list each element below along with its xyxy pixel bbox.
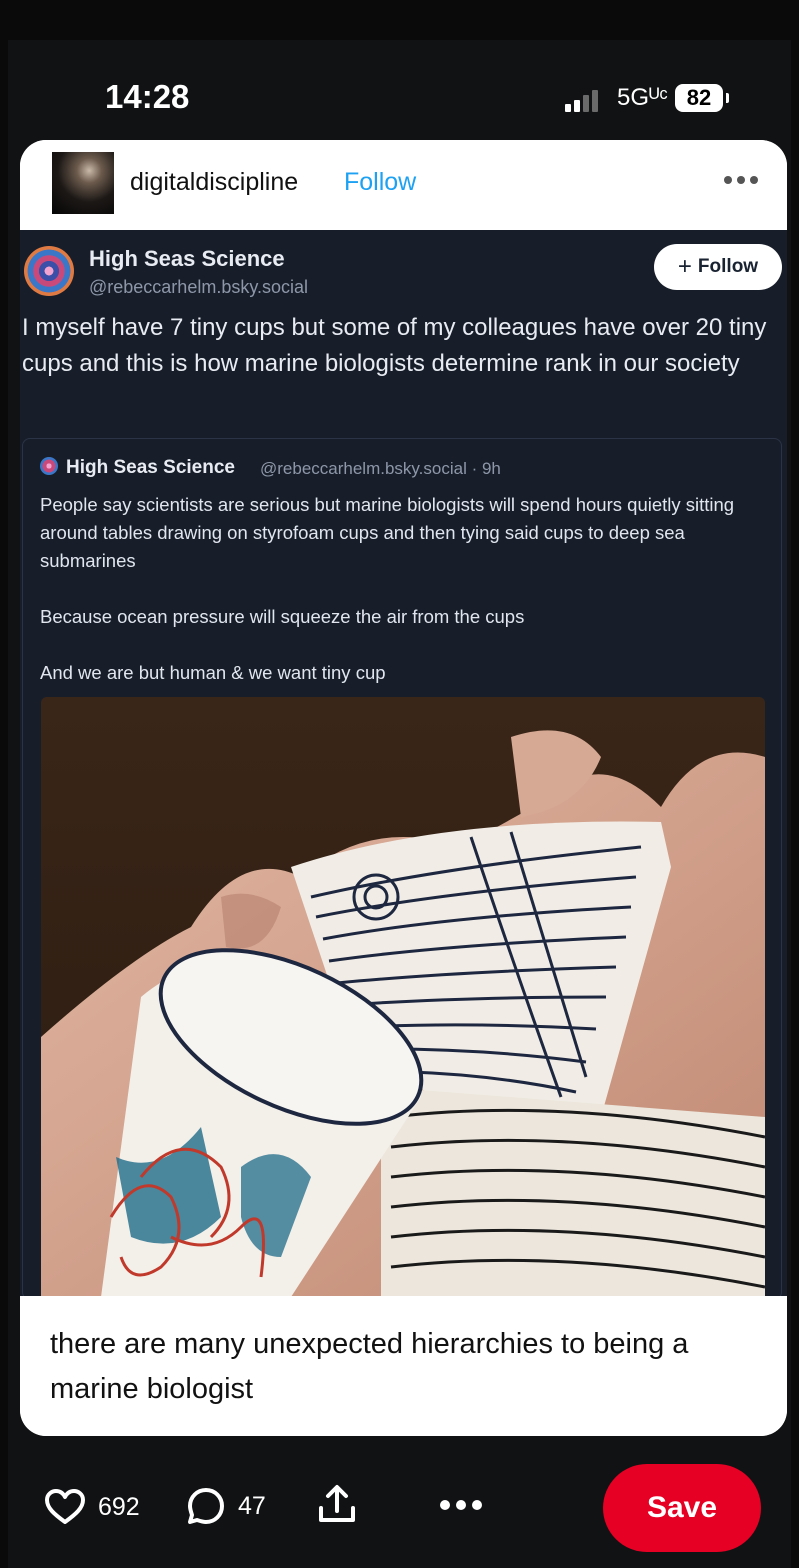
cups-photo [41,697,765,1297]
plus-icon: + [677,253,692,280]
post-card[interactable]: digitaldiscipline Follow High Seas Scien… [20,140,787,1436]
follow-link[interactable]: Follow [344,168,416,197]
avatar[interactable] [52,152,114,214]
more-horizontal-icon[interactable] [440,1500,482,1510]
like-count: 692 [98,1492,140,1521]
embed-avatar [24,246,74,296]
phone-screen: 14:28 5Gᵁᶜ 82 digitaldiscipline Follow H… [8,40,791,1568]
like-button[interactable]: 692 [44,1488,140,1526]
battery-tip [726,93,729,103]
embed-text: I myself have 7 tiny cups but some of my… [22,314,767,377]
save-button[interactable]: Save [603,1464,761,1552]
quoted-paragraph: Because ocean pressure will squeeze the … [40,606,525,627]
quoted-paragraph: And we are but human & we want tiny cup [40,662,386,683]
status-bar: 14:28 5Gᵁᶜ 82 [8,40,791,140]
embedded-post: High Seas Science @rebeccarhelm.bsky.soc… [20,230,787,1300]
embed-author-name: High Seas Science [89,246,285,271]
quoted-meta: @rebeccarhelm.bsky.social · 9h [260,459,501,478]
status-time: 14:28 [105,78,190,115]
battery-icon: 82 [675,84,723,112]
share-button[interactable] [318,1484,356,1524]
post-caption: there are many unexpected hierarchies to… [50,1328,689,1405]
quoted-post: High Seas Science @rebeccarhelm.bsky.soc… [22,438,782,1300]
quoted-text: People say scientists are serious but ma… [40,491,760,687]
author-name[interactable]: digitaldiscipline [130,168,298,197]
quoted-paragraph: People say scientists are serious but ma… [40,494,735,571]
action-bar: 692 47 Save [8,1450,791,1560]
network-label: 5Gᵁᶜ [617,84,668,111]
heart-icon [45,1489,85,1524]
more-horizontal-icon[interactable] [724,176,758,184]
embed-handle: @rebeccarhelm.bsky.social [89,277,309,297]
post-header: digitaldiscipline Follow [20,140,787,230]
post-caption-area: there are many unexpected hierarchies to… [20,1296,787,1436]
signal-icon [565,90,605,112]
comment-count: 47 [238,1491,266,1520]
quoted-author-name: High Seas Science [66,457,235,478]
share-icon [319,1485,355,1522]
comment-icon [188,1488,224,1524]
embed-follow-label: Follow [697,256,759,277]
comment-button[interactable]: 47 [186,1486,266,1526]
quoted-avatar [40,457,58,475]
embed-follow-button: + Follow [654,244,782,290]
